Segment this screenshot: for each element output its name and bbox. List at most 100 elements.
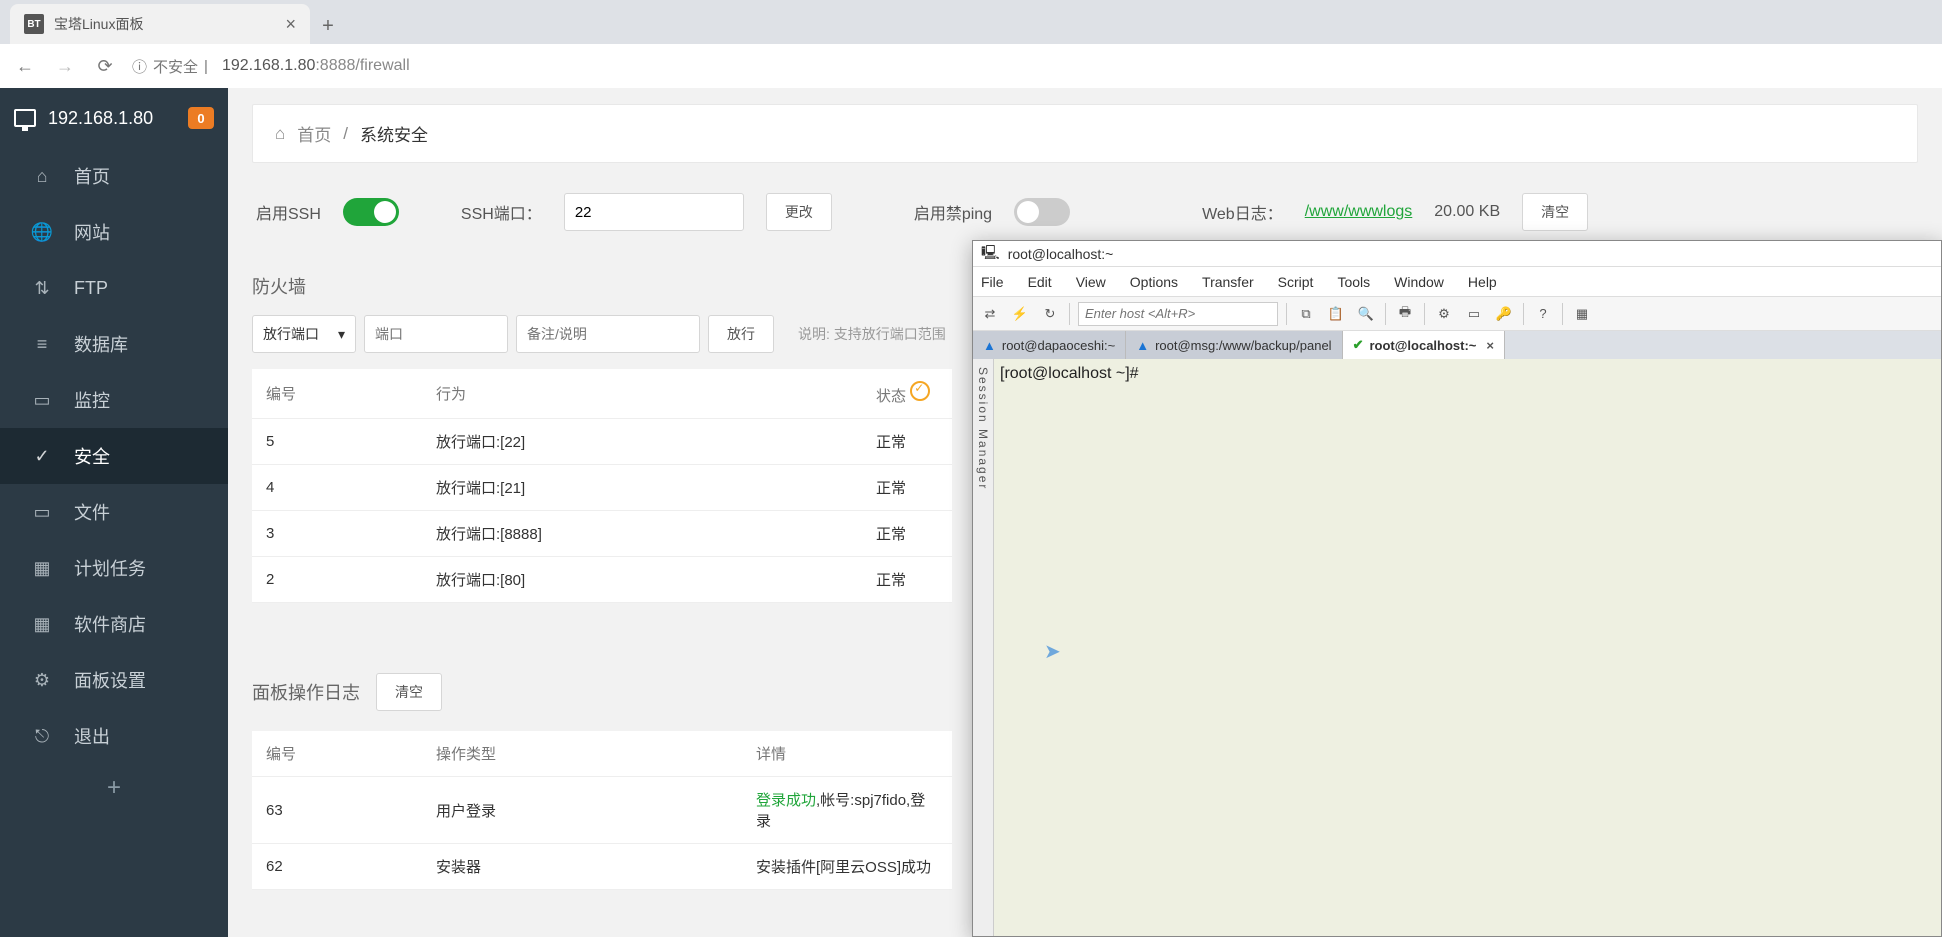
sidebar-item-ftp[interactable]: ⇅FTP <box>0 260 228 316</box>
help-icon[interactable]: ? <box>1532 303 1554 325</box>
gear-icon: ⚙ <box>32 670 52 690</box>
disable-ping-label: 启用禁ping <box>914 200 992 224</box>
sidebar-item-website[interactable]: 🌐网站 <box>0 204 228 260</box>
status-ok-icon <box>910 381 930 401</box>
sidebar-host: 192.168.1.80 <box>48 108 153 129</box>
ssh-port-input[interactable] <box>564 193 744 231</box>
weblog-clear-button[interactable]: 清空 <box>1522 193 1588 231</box>
mouse-cursor-icon: ➤ <box>1044 639 1061 664</box>
weblog-size: 20.00 KB <box>1434 203 1500 221</box>
reload-button[interactable]: ⟳ <box>92 53 118 79</box>
sidebar-item-security[interactable]: ✓安全 <box>0 428 228 484</box>
col-action: 行为 <box>422 369 862 419</box>
message-badge[interactable]: 0 <box>188 107 214 129</box>
monitor-icon <box>14 109 36 127</box>
sidebar-item-home[interactable]: ⌂首页 <box>0 148 228 204</box>
reconnect-icon[interactable]: ↻ <box>1039 303 1061 325</box>
forward-button[interactable]: → <box>52 53 78 79</box>
col-id: 编号 <box>252 369 422 419</box>
port-input[interactable] <box>364 315 508 353</box>
terminal-menubar: File Edit View Options Transfer Script T… <box>973 267 1941 297</box>
info-icon: ⓘ <box>132 56 147 77</box>
terminal-prompt: [root@localhost ~]# <box>1000 365 1139 382</box>
sidebar-item-cron[interactable]: ▦计划任务 <box>0 540 228 596</box>
insecure-indicator[interactable]: ⓘ 不安全 | <box>132 56 208 77</box>
table-row: 62安装器安装插件[阿里云OSS]成功 <box>252 844 952 890</box>
release-button[interactable]: 放行 <box>708 315 774 353</box>
note-input[interactable] <box>516 315 700 353</box>
app-icon[interactable]: ▦ <box>1571 303 1593 325</box>
address-bar: ← → ⟳ ⓘ 不安全 | 192.168.1.80:8888/firewall <box>0 44 1942 88</box>
weblog-path-link[interactable]: /www/wwwlogs <box>1305 203 1413 220</box>
calendar-icon: ▦ <box>32 558 52 578</box>
host-input[interactable] <box>1078 302 1278 326</box>
sidebar-item-monitor[interactable]: ▭监控 <box>0 372 228 428</box>
weblog-label: Web日志： <box>1202 200 1283 224</box>
ftp-icon: ⇅ <box>32 278 52 298</box>
sidebar-header: 192.168.1.80 0 <box>0 88 228 148</box>
col-detail: 详情 <box>742 731 952 777</box>
menu-transfer[interactable]: Transfer <box>1202 274 1254 290</box>
browser-tab-bar: BT 宝塔Linux面板 × + <box>0 0 1942 44</box>
find-icon[interactable]: 🔍 <box>1355 303 1377 325</box>
sidebar-item-files[interactable]: ▭文件 <box>0 484 228 540</box>
paste-icon[interactable]: 📋 <box>1325 303 1347 325</box>
warning-icon: ▲ <box>1136 338 1149 353</box>
favicon: BT <box>24 14 44 34</box>
ssh-enable-switch[interactable] <box>343 198 399 226</box>
session-icon[interactable]: ▭ <box>1463 303 1485 325</box>
terminal-titlebar[interactable]: 🖳 root@localhost:~ <box>973 241 1941 267</box>
menu-tools[interactable]: Tools <box>1337 274 1370 290</box>
terminal-icon: 🖳 <box>981 242 1000 266</box>
table-row: 63用户登录登录成功,帐号:spj7fido,登录 <box>252 777 952 844</box>
copy-icon[interactable]: ⧉ <box>1295 303 1317 325</box>
browser-chrome: BT 宝塔Linux面板 × + ← → ⟳ ⓘ 不安全 | 192.168.1… <box>0 0 1942 88</box>
disable-ping-switch[interactable] <box>1014 198 1070 226</box>
sidebar-add-button[interactable]: + <box>0 764 228 812</box>
terminal-tab[interactable]: ▲root@dapaoceshi:~ <box>973 331 1126 359</box>
table-row: 4放行端口:[21]正常 <box>252 465 952 511</box>
menu-options[interactable]: Options <box>1130 274 1178 290</box>
menu-window[interactable]: Window <box>1394 274 1444 290</box>
folder-icon: ▭ <box>32 502 52 522</box>
new-tab-button[interactable]: + <box>310 8 346 44</box>
connect-icon[interactable]: ⇄ <box>979 303 1001 325</box>
terminal-output[interactable]: [root@localhost ~]# ➤ <box>994 359 1941 936</box>
sidebar-item-software[interactable]: ▦软件商店 <box>0 596 228 652</box>
sidebar-item-settings[interactable]: ⚙面板设置 <box>0 652 228 708</box>
terminal-tab-active[interactable]: ✔root@localhost:~× <box>1343 331 1505 359</box>
release-hint: 说明: 支持放行端口范围 <box>798 324 946 344</box>
menu-edit[interactable]: Edit <box>1028 274 1052 290</box>
browser-tab[interactable]: BT 宝塔Linux面板 × <box>10 4 310 44</box>
terminal-window[interactable]: 🖳 root@localhost:~ File Edit View Option… <box>972 240 1942 937</box>
oplog-title: 面板操作日志 <box>252 679 360 705</box>
warning-icon: ▲ <box>983 338 996 353</box>
shield-icon: ✓ <box>32 446 52 466</box>
ssh-change-button[interactable]: 更改 <box>766 193 832 231</box>
back-button[interactable]: ← <box>12 53 38 79</box>
tab-title: 宝塔Linux面板 <box>54 14 143 34</box>
table-row: 5放行端口:[22]正常 <box>252 419 952 465</box>
terminal-tab[interactable]: ▲root@msg:/www/backup/panel <box>1126 331 1342 359</box>
apps-icon: ▦ <box>32 614 52 634</box>
chevron-down-icon: ▾ <box>338 326 345 343</box>
breadcrumb-home[interactable]: 首页 <box>297 121 331 146</box>
sidebar-item-logout[interactable]: ⎋退出 <box>0 708 228 764</box>
oplog-clear-button[interactable]: 清空 <box>376 673 442 711</box>
menu-file[interactable]: File <box>981 274 1004 290</box>
home-icon: ⌂ <box>32 166 52 186</box>
session-manager-handle[interactable]: Session Manager <box>973 359 994 936</box>
menu-script[interactable]: Script <box>1278 274 1314 290</box>
sidebar: 192.168.1.80 0 ⌂首页 🌐网站 ⇅FTP ≡数据库 ▭监控 ✓安全… <box>0 88 228 937</box>
print-icon[interactable]: 🖶 <box>1394 303 1416 325</box>
close-icon[interactable]: × <box>285 14 296 35</box>
key-icon[interactable]: 🔑 <box>1493 303 1515 325</box>
release-type-select[interactable]: 放行端口▾ <box>252 315 356 353</box>
menu-view[interactable]: View <box>1076 274 1106 290</box>
url-display[interactable]: 192.168.1.80:8888/firewall <box>222 57 410 75</box>
close-icon[interactable]: × <box>1486 338 1494 353</box>
menu-help[interactable]: Help <box>1468 274 1497 290</box>
quick-connect-icon[interactable]: ⚡ <box>1009 303 1031 325</box>
options-icon[interactable]: ⚙ <box>1433 303 1455 325</box>
sidebar-item-database[interactable]: ≡数据库 <box>0 316 228 372</box>
